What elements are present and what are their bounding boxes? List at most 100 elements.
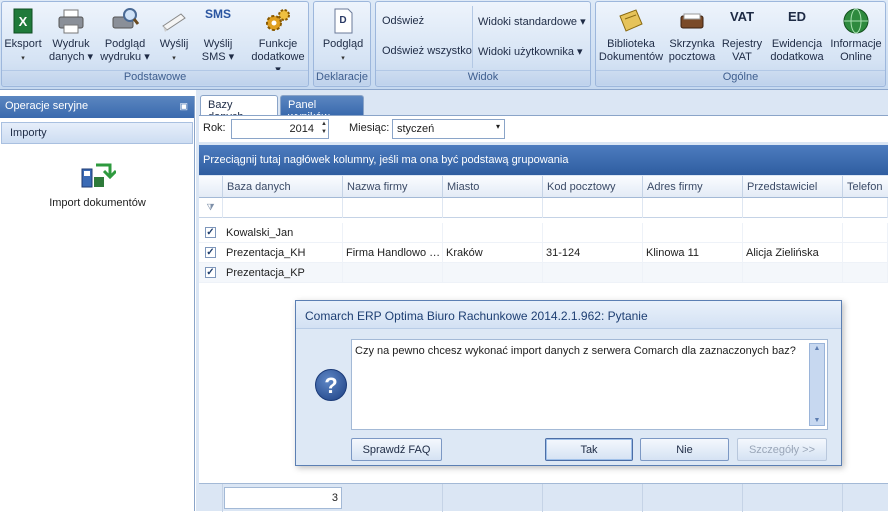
- header-adres-firmy[interactable]: Adres firmy: [643, 176, 743, 198]
- cell-firma: Firma Handlowo …: [343, 243, 443, 263]
- header-checkbox-column[interactable]: [199, 176, 223, 198]
- cell-kod: [543, 263, 643, 283]
- informacje-online-button[interactable]: Informacje Online: [828, 6, 884, 64]
- wydruk-danych-button[interactable]: Wydruk danych ▾: [46, 6, 96, 64]
- footer-cell: [343, 484, 443, 512]
- podglad-button[interactable]: D Podgląd ▾: [318, 6, 368, 65]
- spin-arrows-icon[interactable]: ▲ ▼: [321, 120, 327, 136]
- footer-cell: [643, 484, 743, 512]
- tab-bazy-danych[interactable]: Bazy danych: [200, 95, 278, 123]
- cell-telefon: [843, 263, 888, 283]
- tab-panel-wynikow[interactable]: Panel wyników: [280, 95, 364, 123]
- tak-button[interactable]: Tak: [545, 438, 633, 461]
- footer-cell: [743, 484, 843, 512]
- sprawdz-faq-button[interactable]: Sprawdź FAQ: [351, 438, 442, 461]
- library-icon: [619, 9, 643, 32]
- skrzynka-pocztowa-button[interactable]: Skrzynka pocztowa: [666, 6, 718, 64]
- row-checkbox[interactable]: ✓: [205, 247, 216, 258]
- cell-przedstawiciel: Alicja Zielińska: [743, 243, 843, 263]
- widoki-standardowe-button[interactable]: Widoki standardowe ▾: [478, 15, 586, 28]
- cell-firma: [343, 223, 443, 243]
- miesiac-value: styczeń: [397, 123, 435, 135]
- left-panel-title: Operacje seryjne: [5, 100, 89, 112]
- cell-firma: [343, 263, 443, 283]
- left-panel: Operacje seryjne ▣ Importy Import dokume…: [0, 96, 195, 511]
- header-kod-pocztowy[interactable]: Kod pocztowy: [543, 176, 643, 198]
- print-preview-icon: [112, 8, 140, 29]
- cell-kod: [543, 223, 643, 243]
- cell-przedstawiciel: [743, 223, 843, 243]
- grid-footer: 3: [199, 483, 888, 512]
- separator: [472, 6, 473, 68]
- cell-przedstawiciel: [743, 263, 843, 283]
- pin-icon[interactable]: ▣: [179, 101, 188, 112]
- rok-spinner[interactable]: 2014 ▲ ▼: [231, 119, 329, 139]
- footer-count: 3: [224, 487, 342, 509]
- row-checkbox[interactable]: ✓: [205, 267, 216, 278]
- question-icon: ?: [315, 369, 347, 401]
- eksport-button[interactable]: X Eksport ▾: [3, 6, 43, 65]
- cell-baza: Prezentacja_KH: [223, 243, 343, 263]
- header-przedstawiciel[interactable]: Przedstawiciel: [743, 176, 843, 198]
- cell-miasto: [443, 223, 543, 243]
- cell-telefon: [843, 243, 888, 263]
- mailbox-icon: [680, 13, 704, 29]
- cell-adres: [643, 263, 743, 283]
- left-panel-header: Operacje seryjne ▣: [0, 96, 194, 118]
- footer-cell: [443, 484, 543, 512]
- funkcje-dodatkowe-button[interactable]: Funkcjedodatkowe ▾: [248, 6, 308, 77]
- filter-bar: Rok: 2014 ▲ ▼ Miesiąc: styczeń ▾: [199, 115, 888, 142]
- send-icon: [162, 13, 186, 32]
- ewidencja-dodatkowa-button[interactable]: ED Ewidencja dodatkowa: [768, 6, 826, 64]
- szczegoly-button[interactable]: Szczegóły >>: [737, 438, 827, 461]
- filter-cell[interactable]: [743, 198, 843, 218]
- header-nazwa-firmy[interactable]: Nazwa firmy: [343, 176, 443, 198]
- cell-adres: Klinowa 11: [643, 243, 743, 263]
- biblioteka-dokumentow-button[interactable]: Biblioteka Dokumentów: [598, 6, 664, 64]
- scroll-down-icon[interactable]: ▼: [810, 417, 824, 424]
- ribbon-group-widok: Odśwież Odśwież wszystko Widoki standard…: [375, 1, 591, 87]
- chevron-down-icon: ▾: [495, 122, 500, 131]
- filter-cell[interactable]: [643, 198, 743, 218]
- dialog-title: Comarch ERP Optima Biuro Rachunkowe 2014…: [296, 301, 841, 329]
- header-baza-danych[interactable]: Baza danych: [223, 176, 343, 198]
- rok-value: 2014: [289, 123, 314, 135]
- widoki-uzytkownika-button[interactable]: Widoki użytkownika ▾: [478, 45, 583, 58]
- scroll-up-icon[interactable]: ▲: [810, 345, 824, 352]
- table-row[interactable]: ✓ Kowalski_Jan: [199, 223, 888, 243]
- table-row[interactable]: ✓ Prezentacja_KP: [199, 263, 888, 283]
- import-dokumentow-button[interactable]: Import dokumentów: [0, 161, 195, 209]
- filter-icon[interactable]: ⧩: [199, 198, 223, 218]
- odswiez-wszystko-button[interactable]: Odśwież wszystko: [382, 45, 472, 57]
- group-by-bar[interactable]: Przeciągnij tutaj nagłówek kolumny, jeśl…: [199, 145, 888, 175]
- filter-row: ⧩: [199, 198, 888, 218]
- miesiac-select[interactable]: styczeń ▾: [392, 119, 505, 139]
- header-telefon[interactable]: Telefon: [843, 176, 888, 198]
- odswiez-button[interactable]: Odśwież: [382, 15, 424, 27]
- filter-cell[interactable]: [443, 198, 543, 218]
- ed-icon: ED: [787, 9, 807, 24]
- filter-cell[interactable]: [543, 198, 643, 218]
- ribbon-group-deklaracje: D Podgląd ▾ Deklaracje: [313, 1, 371, 87]
- wyslij-sms-button[interactable]: SMS Wyślij SMS ▾: [198, 6, 238, 64]
- rejestry-vat-button[interactable]: VAT Rejestry VAT: [720, 6, 764, 64]
- filter-cell[interactable]: [223, 198, 343, 218]
- nie-button[interactable]: Nie: [640, 438, 729, 461]
- cell-baza: Prezentacja_KP: [223, 263, 343, 283]
- group-label-widok: Widok: [376, 70, 590, 85]
- message-scrollbar[interactable]: ▲ ▼: [809, 343, 825, 426]
- group-label-podstawowe: Podstawowe: [2, 70, 308, 85]
- group-label-ogolne: Ogólne: [596, 70, 885, 85]
- header-miasto[interactable]: Miasto: [443, 176, 543, 198]
- footer-cell: [199, 484, 223, 512]
- table-row[interactable]: ✓ Prezentacja_KH Firma Handlowo … Kraków…: [199, 243, 888, 263]
- importy-section[interactable]: Importy: [1, 122, 193, 144]
- filter-cell[interactable]: [843, 198, 888, 218]
- cell-miasto: Kraków: [443, 243, 543, 263]
- filter-cell[interactable]: [343, 198, 443, 218]
- wyslij-button[interactable]: Wyślij ▾: [154, 6, 194, 65]
- podglad-wydruku-button[interactable]: Podgląd wydruku ▾: [100, 6, 150, 64]
- vat-icon: VAT: [729, 9, 755, 24]
- import-icon: [81, 163, 116, 188]
- row-checkbox[interactable]: ✓: [205, 227, 216, 238]
